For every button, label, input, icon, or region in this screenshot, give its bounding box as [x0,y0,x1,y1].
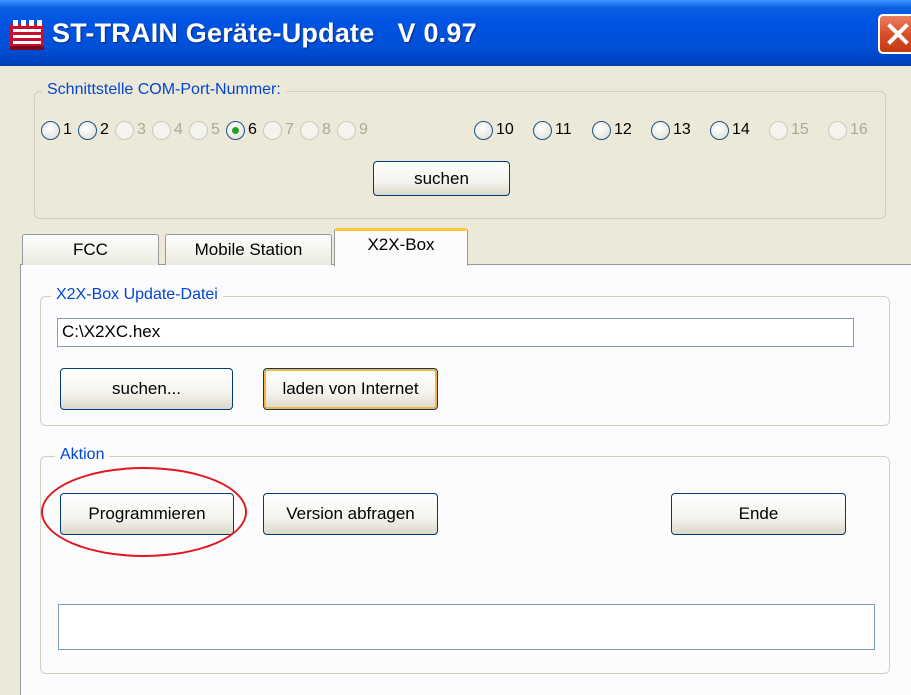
radio-selected-dot-icon [232,126,239,134]
app-icon [10,20,44,50]
com-port-radio-label: 16 [850,121,868,138]
radio-circle-icon [263,120,282,140]
radio-circle-icon [337,120,356,140]
search-ports-button[interactable]: suchen [373,161,510,196]
tab-mobile-station-label: Mobile Station [194,240,303,259]
com-port-radio-8: 8 [300,118,331,142]
com-port-radio-label: 10 [496,121,514,138]
com-port-radio-label: 4 [174,121,183,138]
main-window: ST-TRAIN Geräte-Update V 0.97 Schnittste… [0,0,911,695]
radio-circle-icon [300,120,319,140]
com-port-radio-label: 7 [285,121,294,138]
download-from-internet-button[interactable]: laden von Internet [263,368,438,410]
radio-circle-icon [41,120,60,140]
radio-circle-icon [533,120,552,140]
query-version-button[interactable]: Version abfragen [263,493,438,535]
radio-circle-icon [152,120,171,140]
exit-button[interactable]: Ende [671,493,846,535]
com-port-radio-1[interactable]: 1 [41,118,72,142]
radio-circle-icon [474,120,493,140]
tab-x2x-box-label: X2X-Box [367,235,435,254]
radio-circle-icon [592,120,611,140]
radio-circle-icon [769,120,788,140]
radio-circle-icon [78,120,97,140]
com-port-radio-7: 7 [263,118,294,142]
status-field [58,604,875,650]
browse-file-button[interactable]: suchen... [60,368,233,410]
radio-circle-icon [828,120,847,140]
com-port-radio-label: 9 [359,121,368,138]
com-port-radio-9: 9 [337,118,368,142]
com-port-radio-5: 5 [189,118,220,142]
tab-x2x-box[interactable]: X2X-Box [334,228,468,266]
com-port-radio-3: 3 [115,118,146,142]
com-port-radio-label: 2 [100,121,109,138]
com-port-radio-label: 15 [791,121,809,138]
com-port-radio-label: 11 [555,121,572,138]
tab-fcc-label: FCC [73,240,108,259]
com-port-radio-16: 16 [828,118,868,142]
com-port-radio-12[interactable]: 12 [592,118,632,142]
com-port-radio-4: 4 [152,118,183,142]
com-port-radio-label: 1 [63,121,72,138]
com-port-radio-14[interactable]: 14 [710,118,750,142]
com-port-radio-label: 5 [211,121,220,138]
radio-circle-icon [651,120,670,140]
tab-mobile-station[interactable]: Mobile Station [165,234,332,265]
close-button[interactable] [878,14,911,54]
com-port-radio-10[interactable]: 10 [474,118,514,142]
close-icon [887,23,909,45]
tab-fcc[interactable]: FCC [22,234,159,265]
title-bar[interactable]: ST-TRAIN Geräte-Update V 0.97 [0,0,911,66]
radio-circle-icon [710,120,729,140]
com-port-radio-6[interactable]: 6 [226,118,257,142]
radio-circle-icon [226,120,245,140]
update-file-group-label: X2X-Box Update-Datei [51,286,223,304]
com-port-radio-label: 13 [673,121,691,138]
com-port-radio-label: 3 [137,121,146,138]
radio-circle-icon [189,120,208,140]
program-button[interactable]: Programmieren [60,493,234,535]
com-port-radio-15: 15 [769,118,809,142]
com-port-group [34,91,886,219]
radio-circle-icon [115,120,134,140]
window-title: ST-TRAIN Geräte-Update V 0.97 [52,18,477,48]
com-port-radio-13[interactable]: 13 [651,118,691,142]
com-port-radio-label: 14 [732,121,750,138]
update-file-path-field[interactable]: C:\X2XC.hex [57,318,854,347]
com-port-radio-11[interactable]: 11 [533,118,572,142]
com-port-radio-label: 6 [248,121,257,138]
com-port-radio-label: 12 [614,121,632,138]
action-group-label: Aktion [55,446,110,464]
com-port-radio-label: 8 [322,121,331,138]
com-port-group-label: Schnittstelle COM-Port-Nummer: [42,81,286,99]
com-port-radio-2[interactable]: 2 [78,118,109,142]
